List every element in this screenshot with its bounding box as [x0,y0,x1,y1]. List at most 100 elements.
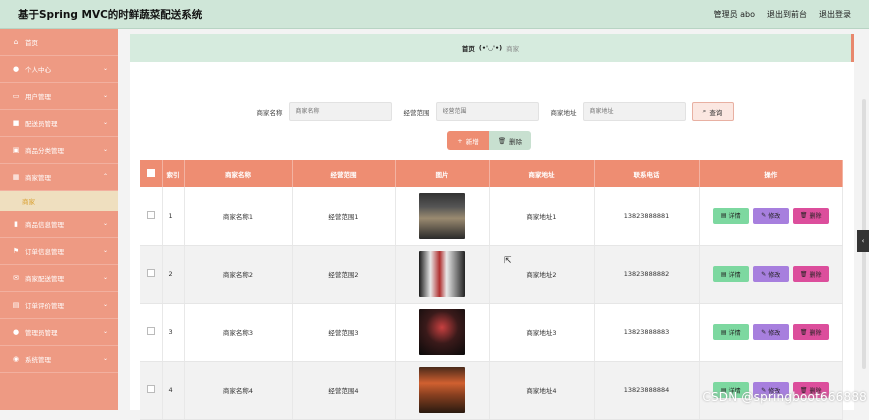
doc-icon: ▤ [721,329,727,336]
chevron-down-icon: ⌄ [103,301,108,308]
briefcase-icon: ■ [12,119,20,127]
row-name: 商家名称2 [184,245,292,303]
sidebar: ⌂首页 ●个人中心⌄ ▭用户管理⌄ ■配送员管理⌄ ▣商品分类管理⌄ ▦商家管理… [0,29,118,410]
row-address: 商家地址3 [489,303,594,361]
scope-label: 经营范围 [404,107,430,117]
mouse-cursor-icon: ⇱ [504,256,512,266]
trash-icon: 🗑 [800,212,808,219]
chevron-down-icon: ⌄ [103,146,108,153]
row-scope: 经营范围1 [292,187,395,245]
col-address[interactable]: 商家地址 [489,160,594,187]
sidebar-item-users[interactable]: ▭用户管理⌄ [0,83,118,110]
chevron-left-icon: ‹ [862,237,865,245]
table-header-row: 索引 商家名称 经营范围 图片 商家地址 联系电话 操作 [140,160,843,187]
breadcrumb-home[interactable]: 首页 [462,43,475,53]
add-button[interactable]: +新增 [447,131,489,150]
sidebar-item-profile[interactable]: ●个人中心⌄ [0,56,118,83]
plus-icon: + [457,137,462,145]
edit-button[interactable]: ✎修改 [753,266,789,282]
delete-button[interactable]: 🗑删除 [793,324,829,340]
grid-icon: ▦ [12,173,20,181]
address-input[interactable] [583,102,686,121]
col-index[interactable]: 索引 [162,160,184,187]
detail-button[interactable]: ▤详情 [713,324,749,340]
query-button[interactable]: ⌕查询 [692,102,734,121]
merchant-image[interactable] [419,367,465,413]
row-phone: 13823888884 [594,361,699,419]
chevron-down-icon: ⌄ [103,274,108,281]
edit-button[interactable]: ✎修改 [753,324,789,340]
merchant-image[interactable] [419,193,465,239]
pencil-icon: ✎ [761,271,766,278]
col-scope[interactable]: 经营范围 [292,160,395,187]
merchant-image[interactable] [419,251,465,297]
row-index: 4 [162,361,184,419]
col-actions: 操作 [699,160,843,187]
header-links: 管理员 abo 退出到前台 退出登录 [714,9,851,20]
breadcrumb-face: (•'◡'•) [479,44,502,52]
pin-icon: ◉ [12,355,20,363]
sidebar-item-products[interactable]: ▮商品信息管理⌄ [0,211,118,238]
sidebar-item-home[interactable]: ⌂首页 [0,29,118,56]
table-row: 3 商家名称3 经营范围3 商家地址3 13823888883 ▤详情 ✎修改 … [140,303,843,361]
pencil-icon: ✎ [761,329,766,336]
col-name[interactable]: 商家名称 [184,160,292,187]
sidebar-item-admins[interactable]: ●管理员管理⌄ [0,319,118,346]
sidebar-item-categories[interactable]: ▣商品分类管理⌄ [0,137,118,164]
row-name: 商家名称1 [184,187,292,245]
row-index: 1 [162,187,184,245]
scope-input[interactable] [436,102,539,121]
detail-button[interactable]: ▤详情 [713,208,749,224]
row-checkbox[interactable] [147,211,155,219]
doc-icon: ▤ [721,271,727,278]
row-index: 3 [162,303,184,361]
select-all-checkbox[interactable] [147,169,155,177]
sidebar-subitem-merchant[interactable]: 商家 [0,191,118,211]
clipboard-icon: ▣ [12,146,20,154]
row-name: 商家名称4 [184,361,292,419]
row-scope: 经营范围4 [292,361,395,419]
sidebar-item-couriers[interactable]: ■配送员管理⌄ [0,110,118,137]
row-name: 商家名称3 [184,303,292,361]
back-to-front-link[interactable]: 退出到前台 [767,9,807,20]
chevron-down-icon: ⌄ [103,119,108,126]
row-checkbox[interactable] [147,269,155,277]
row-scope: 经营范围2 [292,245,395,303]
bar-chart-icon: ▮ [12,220,20,228]
edit-button[interactable]: ✎修改 [753,208,789,224]
pencil-icon: ✎ [761,212,766,219]
merchant-image[interactable] [419,309,465,355]
logout-link[interactable]: 退出登录 [819,9,851,20]
doc-icon: ▤ [721,212,727,219]
calendar-icon: ▤ [12,301,20,309]
row-address: 商家地址2 [489,245,594,303]
sidebar-item-delivery[interactable]: ✉商家配送管理⌄ [0,265,118,292]
breadcrumb-current: 商家 [506,43,519,53]
select-all-cell[interactable] [140,160,162,187]
batch-delete-button[interactable]: 🗑删除 [489,131,531,150]
chevron-down-icon: ⌄ [103,65,108,72]
collapse-panel-handle[interactable]: ‹ [857,230,869,252]
trash-icon: 🗑 [800,329,808,336]
user-icon: ● [12,65,20,73]
merchant-table: 索引 商家名称 经营范围 图片 商家地址 联系电话 操作 1 商家名称1 经营范… [140,160,843,420]
delete-button[interactable]: 🗑删除 [793,266,829,282]
row-address: 商家地址1 [489,187,594,245]
detail-button[interactable]: ▤详情 [713,266,749,282]
col-image[interactable]: 图片 [395,160,489,187]
delete-button[interactable]: 🗑删除 [793,208,829,224]
users-icon: ▭ [12,92,20,100]
table-row: 2 商家名称2 经营范围2 商家地址2 13823888882 ▤详情 ✎修改 … [140,245,843,303]
sidebar-item-orders[interactable]: ⚑订单信息管理⌄ [0,238,118,265]
merchant-name-input[interactable] [289,102,392,121]
merchant-name-label: 商家名称 [257,107,283,117]
sidebar-item-system[interactable]: ◉系统管理⌄ [0,346,118,373]
sidebar-item-merchants[interactable]: ▦商家管理⌃ [0,164,118,191]
sidebar-item-reviews[interactable]: ▤订单评价管理⌄ [0,292,118,319]
breadcrumb: 首页 (•'◡'•) 商家 [130,34,854,62]
row-checkbox[interactable] [147,385,155,393]
row-checkbox[interactable] [147,327,155,335]
action-buttons: +新增 🗑删除 [447,131,531,150]
row-address: 商家地址4 [489,361,594,419]
col-phone[interactable]: 联系电话 [594,160,699,187]
